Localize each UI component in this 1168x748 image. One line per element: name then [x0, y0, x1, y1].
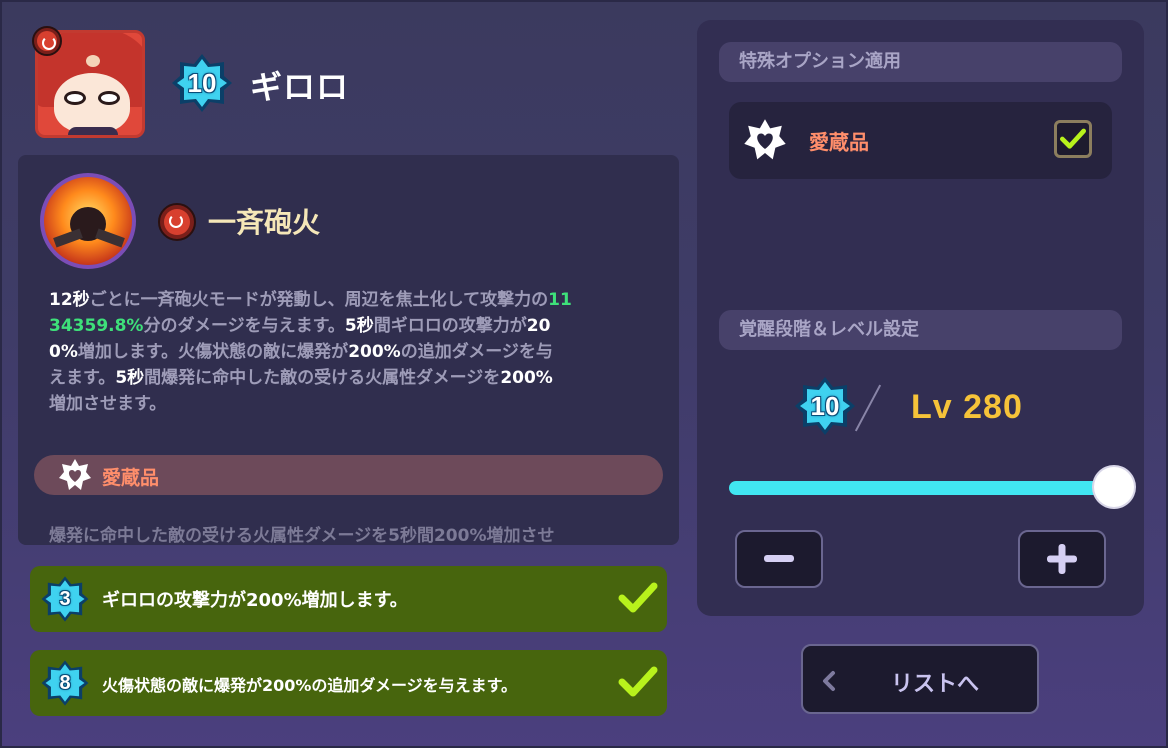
skill-icon — [40, 173, 136, 269]
skill-description: 12秒ごとに一斉砲火モードが発動し、周辺を焦土化して攻撃力の11 34359.8… — [49, 287, 659, 417]
check-icon — [618, 666, 658, 697]
bonus-row-stage-8: 8 火傷状態の敵に爆発が200%の追加ダメージを与えます。 — [30, 650, 667, 716]
bonus-text: ギロロの攻撃力が200%増加します。 — [102, 590, 408, 611]
back-to-list-button[interactable]: リストへ — [801, 644, 1039, 714]
chevron-left-icon — [823, 671, 835, 691]
stage-8-badge: 8 — [40, 658, 90, 708]
bonus-row-stage-3: 3 ギロロの攻撃力が200%増加します。 — [30, 566, 667, 632]
treasure-description: 爆発に命中した敵の受ける火属性ダメージを5秒間200%増加させ — [49, 526, 555, 545]
skill-desc-line-4: えます。5秒間爆発に命中した敵の受ける火属性ダメージを200% — [49, 368, 553, 388]
treasure-option-card[interactable]: 愛蔵品 — [729, 102, 1112, 179]
skill-desc-line-5: 増加させます。 — [49, 394, 167, 414]
level-text: Lv 280 — [911, 388, 1023, 426]
treasure-heart-icon — [59, 459, 91, 490]
skull-emblem-icon — [86, 55, 100, 67]
character-level-badge: 10 — [170, 52, 234, 114]
treasure-checkbox[interactable] — [1054, 120, 1092, 158]
treasure-bar: 愛蔵品 — [34, 455, 663, 495]
stage-3-badge: 3 — [40, 574, 90, 624]
increase-level-button[interactable] — [1018, 530, 1106, 588]
plus-icon — [1047, 544, 1077, 574]
separator-slash — [854, 384, 882, 432]
back-to-list-label: リストへ — [891, 672, 980, 697]
awakening-stage-badge: 10 — [793, 374, 857, 438]
treasure-heart-icon — [744, 119, 786, 160]
skill-name: 一斉砲火 — [208, 206, 321, 239]
character-name: ギロロ — [250, 68, 350, 106]
treasure-option-label: 愛蔵品 — [809, 130, 869, 154]
skill-desc-line-1: 12秒ごとに一斉砲火モードが発動し、周辺を焦土化して攻撃力の11 — [49, 290, 572, 310]
fire-element-icon — [158, 203, 196, 241]
decrease-level-button[interactable] — [735, 530, 823, 588]
level-slider-fill — [729, 481, 1119, 495]
treasure-label: 愛蔵品 — [102, 467, 160, 489]
awakening-header: 覚醒段階＆レベル設定 — [719, 310, 1122, 350]
skill-desc-line-3: 0%増加します。火傷状態の敵に爆発が200%の追加ダメージを与 — [49, 342, 553, 362]
minus-icon — [764, 555, 794, 562]
fire-element-icon — [32, 26, 62, 56]
skill-panel: 一斉砲火 12秒ごとに一斉砲火モードが発動し、周辺を焦土化して攻撃力の11 34… — [18, 155, 679, 545]
check-icon — [1060, 128, 1086, 149]
special-options-header: 特殊オプション適用 — [719, 42, 1122, 82]
skill-desc-line-2: 34359.8%分のダメージを与えます。5秒間ギロロの攻撃力が20 — [49, 316, 551, 336]
check-icon — [618, 582, 658, 613]
level-slider-thumb[interactable] — [1094, 467, 1134, 507]
bonus-text: 火傷状態の敵に爆発が200%の追加ダメージを与えます。 — [102, 676, 518, 695]
level-slider-track[interactable] — [729, 481, 1119, 495]
settings-panel: 特殊オプション適用 愛蔵品 覚醒段階＆レベル設定 10 Lv 280 — [697, 20, 1144, 616]
